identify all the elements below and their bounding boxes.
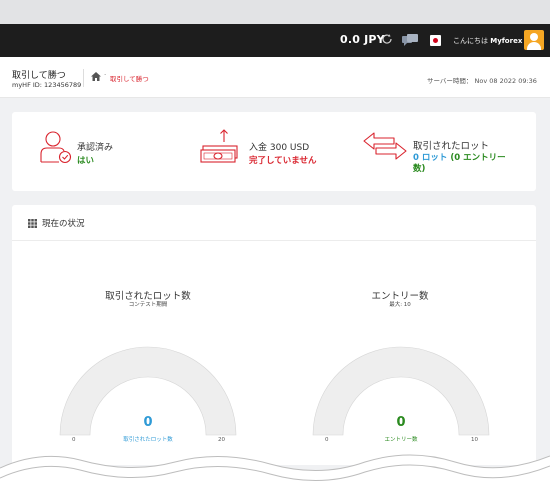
status-card-header: 現在の状況 [12,205,536,241]
gauge-lots-min: 0 [72,437,76,443]
chat-icon[interactable] [402,34,418,46]
deposit-value: 完了していません [249,156,317,166]
home-icon[interactable] [91,72,101,81]
page-subheader: 取引して勝つ myHF ID: 123456789 · 取引して勝つ サーバー時… [0,57,550,98]
server-time: サーバー時間： Nov 08 2022 09:36 [427,77,537,85]
deposit-label: 入金 300 USD [249,143,310,153]
page-title: 取引して勝つ [12,71,66,81]
gauge-entries-min: 0 [325,437,329,443]
lots-count: 0 ロット [413,153,448,163]
user-greeting[interactable]: こんにちは Myforex [453,36,522,46]
browser-top-strip [0,0,550,24]
gauge-lots-subtitle: コンテスト期間 [128,302,168,308]
approval-label: 承認済み [77,143,114,153]
lots-value: 0 ロット (0 エントリー 数) [413,153,523,175]
grid-icon [28,219,37,228]
torn-edge [0,454,550,495]
summary-card: 承認済み はい 入金 300 USD 完了していません 取引されたロット 0 ロ… [12,112,536,191]
lots-label: 取引されたロット [413,141,490,152]
status-title: 現在の状況 [42,219,85,229]
gauge-lots-value: 0 [143,415,153,430]
user-check-icon [40,131,72,164]
breadcrumb-current[interactable]: 取引して勝つ [110,73,149,83]
avatar-head [530,33,538,41]
japan-flag-icon[interactable] [430,35,441,46]
gauge-entries-value: 0 [396,415,406,430]
username: Myforex [490,37,523,45]
gauge-entries-max: 10 [471,437,478,443]
gauge-entries-caption: エントリー数 [384,437,418,443]
gauge-lots-max: 20 [218,437,225,443]
approval-value: はい [77,156,95,166]
lots-entries: (0 エントリー [450,153,506,163]
gauge-entries-subtitle: 最大: 10 [389,302,411,308]
greeting-prefix: こんにちは [453,37,488,45]
lots-entries-end: 数) [413,164,426,174]
account-id: myHF ID: 123456789 [12,81,82,89]
refresh-icon[interactable] [381,33,393,45]
breadcrumb-separator: · [104,71,107,79]
avatar[interactable] [524,30,544,50]
money-upload-icon [200,129,238,163]
header-divider [83,69,84,87]
account-balance[interactable]: 0.0 JPY [340,33,385,46]
avatar-body [527,42,541,50]
top-navbar: 0.0 JPY こんにちは Myforex [0,24,550,57]
status-card: 現在の状況 取引されたロット数 コンテスト期間 0 取引されたロット数 0 20… [12,205,536,465]
gauge-lots-caption: 取引されたロット数 [123,437,173,443]
exchange-arrows-icon [363,132,407,160]
